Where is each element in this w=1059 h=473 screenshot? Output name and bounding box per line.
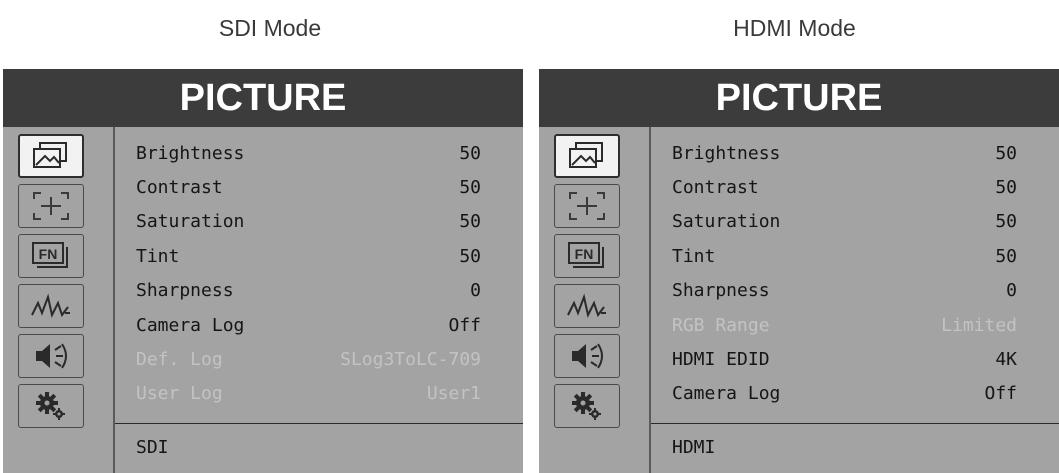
fn-category-button[interactable]: FN xyxy=(554,234,620,278)
menu-item-label: Camera Log xyxy=(136,314,245,336)
menu-item-label: Def. Log xyxy=(136,348,223,370)
menu-item-label: Brightness xyxy=(672,142,781,164)
menu-item: RGB Range Limited xyxy=(672,308,1017,342)
speaker-category-button[interactable] xyxy=(554,334,620,378)
picture-icon xyxy=(566,141,608,171)
gear-category-button[interactable] xyxy=(18,384,84,428)
menu-item[interactable]: Camera Log Off xyxy=(136,308,481,342)
marker-category-button[interactable] xyxy=(554,184,620,228)
marker-icon xyxy=(28,189,74,223)
menu-item[interactable]: Contrast 50 xyxy=(136,170,481,204)
waveform-category-button[interactable] xyxy=(554,284,620,328)
waveform-category-button[interactable] xyxy=(18,284,84,328)
hdmi-picture-menu: PICTURE FN HDMI Brightness 50 Contrast 50 Sa… xyxy=(539,69,1059,473)
gear-category-button[interactable] xyxy=(554,384,620,428)
menu-item-label: User Log xyxy=(136,383,223,405)
menu-item-label: HDMI EDID xyxy=(672,348,770,370)
fn-category-button[interactable]: FN xyxy=(18,234,84,278)
menu-item-label: Contrast xyxy=(672,176,759,198)
input-source-label: HDMI xyxy=(672,437,716,458)
menu-item-value: 50 xyxy=(995,211,1017,233)
menu-item[interactable]: Camera Log Off xyxy=(672,377,1017,411)
menu-item-value: SLog3ToLC-709 xyxy=(340,348,481,370)
menu-item-value: 50 xyxy=(459,142,481,164)
menu-item-label: Saturation xyxy=(672,211,781,233)
menu-item-label: Saturation xyxy=(136,211,245,233)
waveform-icon xyxy=(28,289,74,323)
menu-item-label: Contrast xyxy=(136,176,223,198)
menu-item-value: 50 xyxy=(995,245,1017,267)
speaker-category-button[interactable] xyxy=(18,334,84,378)
menu-item-label: Sharpness xyxy=(672,280,770,302)
sdi-picture-menu: PICTURE FN SDI Brightness 50 Contrast 50 Sat… xyxy=(3,69,523,473)
menu-item-value: 0 xyxy=(470,280,481,302)
menu-item-value: Limited xyxy=(941,314,1017,336)
menu-item-label: Brightness xyxy=(136,142,245,164)
menu-item: User Log User1 xyxy=(136,377,481,411)
menu-item-value: Off xyxy=(448,314,481,336)
menu-item-label: Camera Log xyxy=(672,383,781,405)
menu-item-label: Tint xyxy=(136,245,180,267)
menu-item-value: 50 xyxy=(995,142,1017,164)
fn-icon: FN xyxy=(28,240,74,272)
menu-title: PICTURE xyxy=(3,69,523,127)
menu-item-label: Tint xyxy=(672,245,716,267)
menu-item-value: 50 xyxy=(459,176,481,198)
picture-category-button[interactable] xyxy=(554,134,620,178)
menu-item-value: 0 xyxy=(1006,280,1017,302)
menu-item[interactable]: Brightness 50 xyxy=(672,136,1017,170)
menu-item[interactable]: HDMI EDID 4K xyxy=(672,342,1017,376)
menu-item[interactable]: Tint 50 xyxy=(136,239,481,273)
menu-item-label: RGB Range xyxy=(672,314,770,336)
sdi-mode-caption: SDI Mode xyxy=(218,15,322,41)
menu-item-label: Sharpness xyxy=(136,280,234,302)
category-icon-column: FN xyxy=(3,127,115,473)
menu-item-value: 50 xyxy=(459,245,481,267)
gear-icon xyxy=(564,390,610,422)
speaker-icon xyxy=(564,339,610,373)
menu-item[interactable]: Saturation 50 xyxy=(136,205,481,239)
svg-text:FN: FN xyxy=(39,246,58,262)
picture-category-button[interactable] xyxy=(18,134,84,178)
hdmi-mode-caption: HDMI Mode xyxy=(733,15,856,41)
category-icon-column: FN xyxy=(539,127,651,473)
marker-icon xyxy=(564,189,610,223)
menu-item[interactable]: Brightness 50 xyxy=(136,136,481,170)
menu-item[interactable]: Sharpness 0 xyxy=(672,274,1017,308)
menu-item[interactable]: Saturation 50 xyxy=(672,205,1017,239)
marker-category-button[interactable] xyxy=(18,184,84,228)
menu-title: PICTURE xyxy=(539,69,1059,127)
menu-item-value: 50 xyxy=(459,211,481,233)
speaker-icon xyxy=(28,339,74,373)
menu-item-value: Off xyxy=(984,383,1017,405)
menu-item: Def. Log SLog3ToLC-709 xyxy=(136,342,481,376)
menu-item[interactable]: Contrast 50 xyxy=(672,170,1017,204)
footer-divider xyxy=(115,423,523,424)
svg-text:FN: FN xyxy=(575,246,594,262)
menu-item-value: User1 xyxy=(426,383,481,405)
menu-item[interactable]: Sharpness 0 xyxy=(136,274,481,308)
waveform-icon xyxy=(564,289,610,323)
input-source-label: SDI xyxy=(136,437,169,458)
fn-icon: FN xyxy=(564,240,610,272)
menu-item[interactable]: Tint 50 xyxy=(672,239,1017,273)
menu-item-value: 50 xyxy=(995,176,1017,198)
picture-icon xyxy=(30,141,72,171)
menu-item-value: 4K xyxy=(995,348,1017,370)
footer-divider xyxy=(651,423,1059,424)
gear-icon xyxy=(28,390,74,422)
